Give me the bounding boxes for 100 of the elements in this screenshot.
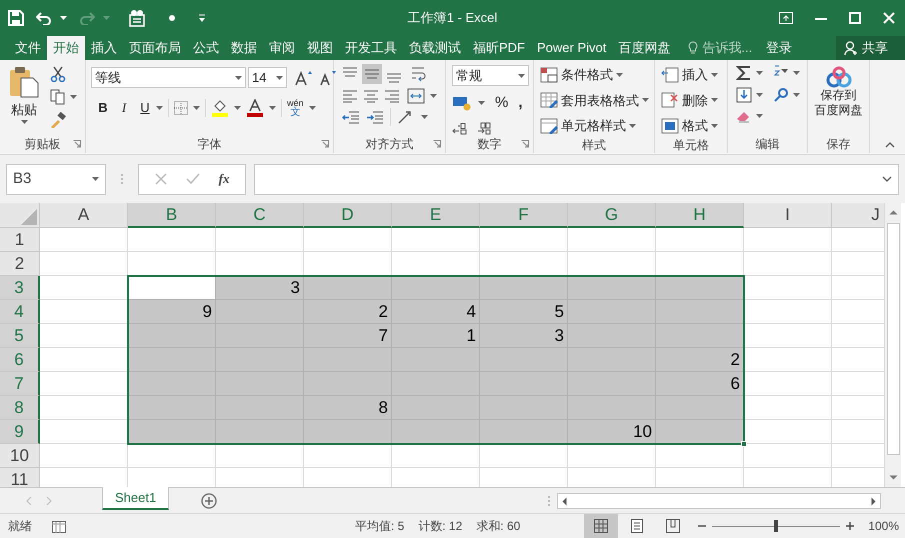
table-cell[interactable] (568, 276, 656, 300)
table-cell[interactable] (128, 276, 216, 300)
table-cell[interactable] (656, 324, 744, 348)
column-header[interactable]: B (128, 203, 216, 228)
shrink-font-icon[interactable] (319, 70, 337, 86)
fill-down-icon[interactable] (736, 87, 752, 103)
lightbulb-icon[interactable] (688, 41, 698, 55)
caret-icon[interactable] (308, 106, 316, 110)
search-icon[interactable] (773, 87, 789, 103)
table-cell[interactable] (744, 276, 832, 300)
row-header[interactable]: 6 (0, 348, 40, 372)
row-header[interactable]: 5 (0, 324, 40, 348)
dot-icon[interactable] (168, 14, 176, 22)
align-center-icon[interactable] (363, 89, 379, 103)
cut-icon[interactable] (50, 66, 66, 82)
caret-icon[interactable] (234, 106, 241, 110)
add-sheet-icon[interactable] (201, 493, 218, 509)
table-cell[interactable] (744, 396, 832, 420)
close-icon[interactable] (883, 12, 895, 24)
table-cell[interactable] (656, 396, 744, 420)
table-cell[interactable] (128, 228, 216, 252)
save-icon[interactable] (8, 10, 24, 26)
ribbon-tab[interactable]: 插入 (85, 36, 123, 60)
ribbon-tab[interactable]: 开始 (47, 36, 85, 60)
currency-icon[interactable] (452, 95, 472, 112)
increase-decimal-icon[interactable] (452, 120, 468, 134)
table-cell[interactable] (744, 228, 832, 252)
ribbon-tab[interactable]: 开发工具 (339, 36, 403, 60)
ribbon-tab[interactable]: 百度网盘 (612, 36, 676, 60)
ribbon-display-icon[interactable] (779, 12, 793, 24)
merge-center-icon[interactable] (407, 88, 425, 104)
fill-color-icon[interactable] (211, 99, 229, 117)
ribbon-tab[interactable]: 数据 (225, 36, 263, 60)
styles-menu-button[interactable]: 单元格样式 (540, 116, 649, 136)
table-cell[interactable] (656, 444, 744, 468)
font-name-field[interactable]: 等线 (91, 67, 246, 88)
align-left-icon[interactable] (342, 89, 358, 103)
row-header[interactable]: 8 (0, 396, 40, 420)
table-cell[interactable]: 2 (656, 348, 744, 372)
table-cell[interactable]: 5 (480, 300, 568, 324)
scroll-right-icon[interactable] (871, 496, 878, 506)
caret-icon[interactable] (756, 71, 763, 75)
caret-icon[interactable] (642, 98, 649, 102)
row-header[interactable]: 1 (0, 228, 40, 252)
column-header[interactable]: E (392, 203, 480, 228)
table-cell[interactable] (656, 300, 744, 324)
caret-icon[interactable] (711, 124, 718, 128)
borders-icon[interactable] (174, 101, 188, 115)
table-cell[interactable] (128, 324, 216, 348)
table-cell[interactable] (128, 348, 216, 372)
caret-icon[interactable] (156, 106, 163, 110)
caret-icon[interactable] (616, 72, 623, 77)
row-header[interactable]: 7 (0, 372, 40, 396)
table-cell[interactable] (744, 300, 832, 324)
table-cell[interactable] (656, 420, 744, 444)
dialog-launcher-icon[interactable] (433, 140, 441, 148)
table-cell[interactable] (216, 420, 304, 444)
table-cell[interactable] (744, 372, 832, 396)
cells-menu-button[interactable]: 格式 (661, 116, 718, 136)
column-header[interactable]: I (744, 203, 832, 228)
table-cell[interactable] (392, 228, 480, 252)
caret-icon[interactable] (421, 115, 428, 119)
zoom-in-icon[interactable] (846, 522, 854, 530)
font-color-icon[interactable] (246, 99, 264, 117)
table-cell[interactable] (40, 444, 128, 468)
ribbon-tab[interactable]: 审阅 (263, 36, 301, 60)
table-cell[interactable] (392, 444, 480, 468)
ribbon-tab[interactable]: 文件 (9, 36, 47, 60)
scroll-down-icon[interactable] (888, 475, 898, 481)
dialog-launcher-icon[interactable] (521, 140, 529, 148)
row-header[interactable]: 11 (0, 468, 40, 487)
table-cell[interactable] (656, 228, 744, 252)
table-cell[interactable] (656, 276, 744, 300)
phonetic-button[interactable]: wén 文 (287, 98, 304, 118)
table-cell[interactable]: 7 (304, 324, 392, 348)
cells-menu-button[interactable]: 插入 (661, 65, 718, 84)
caret-icon[interactable] (193, 106, 200, 110)
caret-icon[interactable] (793, 71, 800, 75)
table-cell[interactable]: 6 (656, 372, 744, 396)
table-cell[interactable] (392, 276, 480, 300)
table-cell[interactable] (744, 324, 832, 348)
table-cell[interactable] (744, 444, 832, 468)
table-cell[interactable] (304, 444, 392, 468)
ribbon-tab[interactable]: 视图 (301, 36, 339, 60)
ribbon-tab[interactable]: 负载测试 (403, 36, 467, 60)
share-button[interactable]: 共享 (836, 36, 905, 60)
styles-menu-button[interactable]: 套用表格格式 (540, 90, 649, 110)
caret-icon[interactable] (793, 93, 800, 97)
sheet-tab[interactable]: Sheet1 (102, 487, 170, 510)
caret-icon[interactable] (92, 177, 99, 181)
number-format-field[interactable]: 常规 (452, 65, 529, 86)
row-header[interactable]: 3 (0, 276, 40, 300)
table-cell[interactable] (304, 228, 392, 252)
row-header[interactable]: 9 (0, 420, 40, 444)
paste-button[interactable]: 粘贴 (4, 64, 44, 135)
table-cell[interactable]: 10 (568, 420, 656, 444)
caret-icon[interactable] (756, 93, 763, 97)
table-cell[interactable] (128, 444, 216, 468)
expand-icon[interactable] (882, 176, 892, 182)
table-cell[interactable]: 8 (304, 396, 392, 420)
